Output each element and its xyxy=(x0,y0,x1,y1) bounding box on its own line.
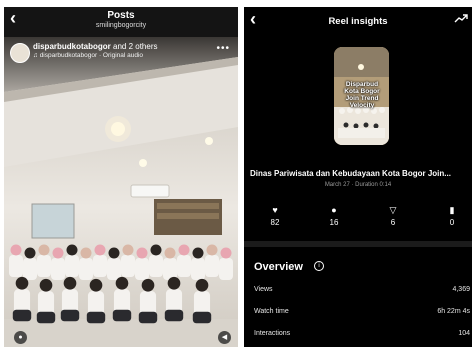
header-subtitle: smilingbogorcity xyxy=(95,22,147,29)
audio-label[interactable]: ♫ disparbudkotabogor · Original audio xyxy=(33,52,143,59)
metric-value: 104 xyxy=(458,330,470,337)
group-photo[interactable] xyxy=(4,37,238,347)
heart-icon: ♥ xyxy=(272,205,278,215)
metric-row[interactable]: Watch time 6h 22m 4s xyxy=(244,308,472,322)
reel-meta: March 27 · Duration 0:14 xyxy=(324,182,392,188)
person-icon: ● xyxy=(18,334,23,341)
share-icon: ▽ xyxy=(389,205,397,215)
likes-count: 82 xyxy=(270,218,280,227)
section-divider xyxy=(244,241,472,247)
likes-stat: ♥ 82 xyxy=(255,205,295,227)
info-icon[interactable]: i xyxy=(314,261,324,271)
metric-label: Interactions xyxy=(254,330,291,337)
saves-count: 0 xyxy=(449,218,455,227)
user-tag-button[interactable]: ● xyxy=(14,331,27,344)
mute-button[interactable]: ◀ xyxy=(218,331,231,344)
metric-label: Views xyxy=(254,286,273,293)
audio-text[interactable]: disparbudkotabogor · Original audio xyxy=(40,52,143,59)
overview-title: Overview xyxy=(254,261,303,273)
author-collaborators[interactable]: and 2 others xyxy=(111,42,157,51)
post-panel: ‹ Posts smilingbogorcity disparbudkotabo… xyxy=(4,7,238,347)
insights-title: Reel insights xyxy=(328,16,388,27)
engagement-stats: ♥ 82 ● 16 ▽ 6 ▮ 0 xyxy=(244,205,472,235)
avatar[interactable] xyxy=(10,43,30,63)
insights-panel: ‹ Reel insights Disparbud Kota Bogor Joi… xyxy=(244,7,472,347)
header-title: Posts xyxy=(107,10,135,21)
metric-row[interactable]: Interactions 104 xyxy=(244,330,472,344)
thumbnail-caption: Disparbud Kota Bogor Join Trend Velocity xyxy=(344,81,380,109)
insights-header: ‹ Reel insights xyxy=(244,7,472,37)
shares-stat: ▽ 6 xyxy=(373,205,413,227)
author-name[interactable]: disparbudkotabogor and 2 others xyxy=(33,42,157,51)
post-header: ‹ Posts smilingbogorcity xyxy=(4,7,238,37)
metric-label: Watch time xyxy=(254,308,289,315)
comment-icon: ● xyxy=(331,205,337,215)
comments-stat: ● 16 xyxy=(314,205,354,227)
trending-icon[interactable] xyxy=(454,13,468,23)
music-note-icon: ♫ xyxy=(33,52,40,59)
bookmark-icon: ▮ xyxy=(449,205,455,215)
metric-row[interactable]: Views 4,369 xyxy=(244,286,472,300)
more-options-icon[interactable]: ••• xyxy=(216,43,230,54)
speaker-icon: ◀ xyxy=(221,334,228,341)
saves-stat: ▮ 0 xyxy=(432,205,472,227)
author-row: disparbudkotabogor and 2 others ♫ dispar… xyxy=(8,41,234,63)
shares-count: 6 xyxy=(390,218,396,227)
reel-thumbnail[interactable]: Disparbud Kota Bogor Join Trend Velocity xyxy=(334,47,389,145)
author-username[interactable]: disparbudkotabogor xyxy=(33,42,111,51)
metric-value: 4,369 xyxy=(452,286,470,293)
comments-count: 16 xyxy=(329,218,339,227)
metric-value: 6h 22m 4s xyxy=(437,308,470,315)
reel-title[interactable]: Dinas Pariwisata dan Kebudayaan Kota Bog… xyxy=(250,169,470,178)
